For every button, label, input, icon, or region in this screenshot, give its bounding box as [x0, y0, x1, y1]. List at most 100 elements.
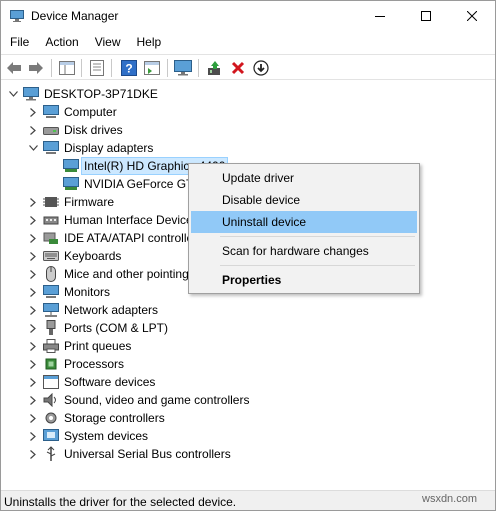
scan-hardware-menu-item[interactable]: Scan for hardware changes	[191, 240, 417, 262]
menu-view[interactable]: View	[86, 32, 128, 52]
menu-action[interactable]: Action	[36, 32, 85, 52]
chevron-right-icon[interactable]	[27, 409, 39, 427]
chevron-right-icon[interactable]	[27, 193, 39, 211]
chevron-right-icon[interactable]	[27, 355, 39, 373]
tree-category[interactable]: Universal Serial Bus controllers	[27, 445, 231, 463]
chevron-right-icon[interactable]	[27, 229, 39, 247]
chevron-right-icon[interactable]	[27, 211, 39, 229]
chevron-down-icon[interactable]	[27, 139, 39, 157]
tree-category[interactable]: Ports (COM & LPT)	[27, 319, 168, 337]
uninstall-device-menu-item[interactable]: Uninstall device	[191, 211, 417, 233]
ide-icon	[43, 230, 59, 246]
update-driver-icon[interactable]	[205, 58, 225, 78]
title-bar[interactable]: Device Manager	[1, 1, 495, 31]
window-title: Device Manager	[31, 9, 119, 23]
tree-category[interactable]: Storage controllers	[27, 409, 165, 427]
processor-icon	[43, 356, 59, 372]
forward-icon[interactable]	[26, 58, 46, 78]
tree-label: Human Interface Devices	[64, 213, 199, 227]
sound-icon	[43, 392, 59, 408]
tree-label: Network adapters	[64, 303, 159, 317]
tree-label: Software devices	[64, 375, 156, 389]
minimize-button[interactable]	[357, 1, 403, 31]
uninstall-icon[interactable]	[228, 58, 248, 78]
device-manager-icon	[10, 10, 24, 22]
usb-icon	[43, 446, 59, 462]
tree-label: Monitors	[64, 285, 111, 299]
chevron-right-icon[interactable]	[27, 265, 39, 283]
chevron-right-icon[interactable]	[27, 373, 39, 391]
back-icon[interactable]	[4, 58, 24, 78]
chevron-right-icon[interactable]	[27, 391, 39, 409]
tree-label: System devices	[64, 429, 149, 443]
menu-bar: File Action View Help	[1, 32, 495, 52]
tree-label: NVIDIA GeForce GT...	[84, 177, 203, 191]
tree-category[interactable]: Human Interface Devices	[27, 211, 199, 229]
action-pane-icon[interactable]	[142, 58, 162, 78]
maximize-button[interactable]	[403, 1, 449, 31]
hid-icon	[43, 212, 59, 228]
svg-text:?: ?	[125, 62, 132, 76]
mouse-icon	[43, 266, 59, 282]
tree-category[interactable]: Software devices	[27, 373, 155, 391]
chevron-right-icon[interactable]	[27, 103, 39, 121]
toolbar-separator	[51, 59, 52, 77]
chevron-right-icon[interactable]	[27, 427, 39, 445]
chevron-right-icon[interactable]	[27, 121, 39, 139]
tree-root[interactable]: DESKTOP-3P71DKE	[7, 85, 158, 103]
status-bar: Uninstalls the driver for the selected d…	[1, 490, 495, 510]
tree-label: Universal Serial Bus controllers	[64, 447, 231, 461]
tree-category[interactable]: Computer	[27, 103, 117, 121]
tree-category[interactable]: Network adapters	[27, 301, 158, 319]
monitor-icon	[43, 284, 59, 300]
toolbar-separator	[111, 59, 112, 77]
printer-icon	[43, 338, 59, 354]
tree-label: Disk drives	[64, 123, 123, 137]
chevron-right-icon[interactable]	[27, 319, 39, 337]
display-card-icon	[63, 158, 79, 174]
tree-category[interactable]: IDE ATA/ATAPI controllers	[27, 229, 203, 247]
chevron-right-icon[interactable]	[27, 247, 39, 265]
tree-label: Computer	[64, 105, 117, 119]
tree-category[interactable]: Keyboards	[27, 247, 121, 265]
tree-label: Sound, video and game controllers	[64, 393, 250, 407]
menu-help[interactable]: Help	[128, 32, 169, 52]
properties-icon[interactable]	[87, 58, 107, 78]
show-hide-tree-icon[interactable]	[57, 58, 77, 78]
update-driver-menu-item[interactable]: Update driver	[191, 167, 417, 189]
tree-category[interactable]: Processors	[27, 355, 124, 373]
tree-category[interactable]: Firmware	[27, 193, 114, 211]
help-icon[interactable]: ?	[119, 58, 139, 78]
enable-device-icon[interactable]	[251, 58, 271, 78]
chevron-right-icon[interactable]	[27, 283, 39, 301]
display-adapter-icon	[43, 140, 59, 156]
chevron-right-icon[interactable]	[27, 445, 39, 463]
close-button[interactable]	[449, 1, 495, 31]
computer-icon	[43, 104, 59, 120]
display-card-icon	[63, 176, 79, 192]
watermark: wsxdn.com	[422, 493, 478, 505]
properties-menu-item[interactable]: Properties	[191, 269, 417, 291]
chevron-down-icon[interactable]	[7, 85, 19, 103]
tree-category[interactable]: Monitors	[27, 283, 110, 301]
tree-category[interactable]: Disk drives	[27, 121, 123, 139]
tree-label: Print queues	[64, 339, 132, 353]
tree-category[interactable]: Print queues	[27, 337, 131, 355]
port-icon	[43, 320, 59, 336]
disable-device-menu-item[interactable]: Disable device	[191, 189, 417, 211]
tree-category[interactable]: Sound, video and game controllers	[27, 391, 249, 409]
chevron-right-icon[interactable]	[27, 337, 39, 355]
tree-category[interactable]: Display adapters	[27, 139, 153, 157]
chevron-right-icon[interactable]	[27, 301, 39, 319]
tree-device[interactable]: NVIDIA GeForce GT...	[63, 175, 202, 193]
menu-separator	[220, 236, 415, 237]
network-icon	[43, 302, 59, 318]
menu-file[interactable]: File	[1, 32, 36, 52]
tree-label: IDE ATA/ATAPI controllers	[64, 231, 204, 245]
monitor-icon[interactable]	[173, 58, 193, 78]
software-icon	[43, 374, 59, 390]
tree-category[interactable]: System devices	[27, 427, 148, 445]
tree-label: Firmware	[64, 195, 114, 209]
firmware-icon	[43, 194, 59, 210]
keyboard-icon	[43, 248, 59, 264]
